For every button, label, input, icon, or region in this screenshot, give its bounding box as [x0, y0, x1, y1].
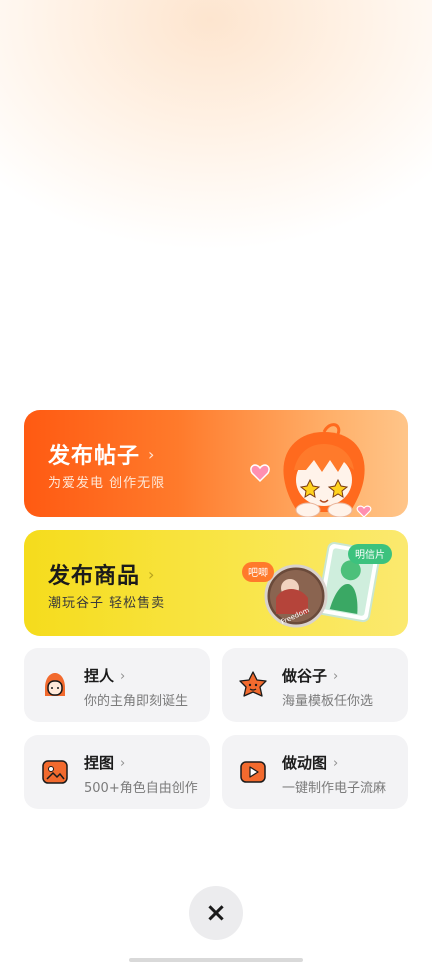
- svg-text:明信片: 明信片: [355, 548, 385, 561]
- publish-post-title: 发布帖子 ›: [48, 444, 156, 469]
- tile-title: 捏图 ›: [84, 754, 126, 772]
- tile-subtitle: 一键制作电子流麻: [282, 781, 387, 796]
- star-face-icon: [239, 671, 267, 697]
- chevron-right-icon: ›: [333, 669, 339, 684]
- close-button[interactable]: ×: [189, 886, 243, 940]
- image-card-icon: [42, 760, 68, 784]
- chevron-right-icon: ›: [120, 669, 126, 684]
- tile-subtitle: 海量模板任你选: [282, 694, 374, 709]
- svg-text:吧唧: 吧唧: [248, 567, 268, 579]
- close-icon: ×: [205, 898, 227, 928]
- home-indicator: [129, 958, 303, 962]
- tile-make-gif[interactable]: 做动图 › 一键制作电子流麻: [222, 735, 408, 809]
- heart-icon: [250, 464, 270, 483]
- tile-subtitle: 你的主角即刻诞生: [84, 694, 189, 709]
- tile-title: 做谷子 ›: [282, 667, 339, 685]
- top-gradient-glow: [0, 0, 432, 260]
- publish-post-subtitle: 为爱发电 创作无限: [48, 476, 166, 491]
- tile-title: 做动图 ›: [282, 754, 339, 772]
- chevron-right-icon: ›: [120, 756, 126, 771]
- merch-illustration: Freedom 吧唧 明信片: [242, 542, 392, 628]
- heart-icon: [356, 505, 372, 517]
- badge-tag-left: 吧唧: [242, 562, 274, 582]
- tile-subtitle: 500+角色自由创作: [84, 781, 198, 796]
- publish-goods-title: 发布商品 ›: [48, 564, 156, 589]
- publish-post-card[interactable]: 发布帖子 › 为爱发电 创作无限: [24, 410, 408, 517]
- tile-title: 捏人 ›: [84, 667, 126, 685]
- chevron-right-icon: ›: [333, 756, 339, 771]
- tile-pinch-person[interactable]: 捏人 › 你的主角即刻诞生: [24, 648, 210, 722]
- anime-girl-illustration: [250, 423, 372, 517]
- character-face-icon: [45, 673, 65, 696]
- tile-make-goods[interactable]: 做谷子 › 海量模板任你选: [222, 648, 408, 722]
- tile-pinch-image[interactable]: 捏图 › 500+角色自由创作: [24, 735, 210, 809]
- badge-tag-right: 明信片: [348, 544, 392, 564]
- publish-goods-subtitle: 潮玩谷子 轻松售卖: [48, 596, 166, 611]
- video-play-icon: [240, 761, 266, 783]
- publish-goods-card[interactable]: 发布商品 › 潮玩谷子 轻松售卖 Freedom 吧唧 明信片: [24, 530, 408, 636]
- chevron-right-icon: ›: [148, 445, 156, 464]
- chevron-right-icon: ›: [148, 565, 156, 584]
